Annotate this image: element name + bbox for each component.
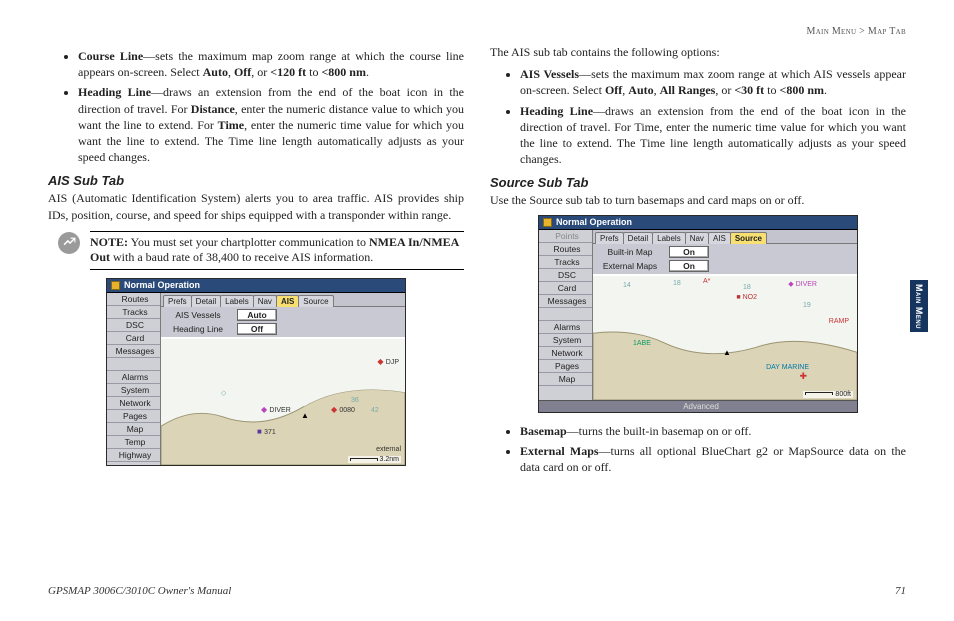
source-subtab-heading: Source Sub Tab: [490, 175, 906, 190]
manual-title: GPSMAP 3006C/3010C Owner's Manual: [48, 585, 231, 597]
marker-icon: ◆ DIVER: [261, 405, 291, 414]
sidebar-item[interactable]: Network: [539, 347, 592, 360]
sidebar-item[interactable]: [539, 308, 592, 321]
marker-icon: ✚: [799, 371, 807, 382]
scale-label: 800ft: [803, 391, 853, 398]
sidebar-item[interactable]: DSC: [107, 319, 160, 332]
marker-icon: ◆ DIVER: [788, 280, 817, 288]
option-value[interactable]: On: [669, 260, 709, 272]
sidebar-item[interactable]: Messages: [539, 295, 592, 308]
boat-icon: ▲: [723, 348, 731, 357]
tabs: PrefsDetailLabelsNavAISSource: [593, 230, 857, 244]
sidebar-item[interactable]: Map: [107, 423, 160, 436]
tab-labels[interactable]: Labels: [652, 232, 686, 244]
sidebar-item[interactable]: Routes: [539, 243, 592, 256]
screenshot-ais: Normal Operation RoutesTracksDSCCardMess…: [106, 278, 406, 466]
source-bullets: Basemap—turns the built-in basemap on or…: [490, 423, 906, 476]
option-row: External Maps On: [595, 260, 855, 272]
tab-nav[interactable]: Nav: [685, 232, 709, 244]
sidebar-item[interactable]: Alarms: [107, 371, 160, 384]
app-flag-icon: [111, 281, 120, 290]
tab-prefs[interactable]: Prefs: [163, 295, 192, 307]
sidebar-item[interactable]: Network: [107, 397, 160, 410]
sidebar-item[interactable]: System: [107, 384, 160, 397]
ais-subtab-heading: AIS Sub Tab: [48, 173, 464, 188]
sidebar-item[interactable]: Pages: [539, 360, 592, 373]
marker-icon: ■ NO2: [736, 294, 757, 301]
bullet-heading-line: Heading Line—draws an extension from the…: [78, 84, 464, 165]
option-label: External Maps: [595, 261, 665, 271]
tab-labels[interactable]: Labels: [220, 295, 254, 307]
sidebar: RoutesTracksDSCCardMessages AlarmsSystemN…: [107, 293, 161, 465]
sidebar-item[interactable]: DSC: [539, 269, 592, 282]
option-label: Built-in Map: [595, 247, 665, 257]
tabs: PrefsDetailLabelsNavAISSource: [161, 293, 405, 307]
sidebar-item[interactable]: Alarms: [539, 321, 592, 334]
marker-icon: ◆ 0080: [331, 405, 355, 414]
page-number: 71: [895, 585, 906, 597]
section-tab: Main Menu: [910, 280, 928, 332]
right-column: The AIS sub tab contains the following o…: [490, 44, 906, 483]
bullet-ais-vessels: AIS Vessels—sets the maximum max zoom ra…: [520, 66, 906, 98]
tab-source[interactable]: Source: [298, 295, 333, 307]
sidebar-item[interactable]: Card: [107, 332, 160, 345]
note-icon: [58, 232, 80, 254]
sidebar-item[interactable]: Pages: [107, 410, 160, 423]
screenshot-source: Normal Operation PointsRoutesTracksDSCCa…: [538, 215, 858, 413]
ais-subtab-paragraph: AIS (Automatic Identification System) al…: [48, 190, 464, 222]
option-row: AIS Vessels Auto: [163, 309, 403, 321]
marker-icon: 1ABE: [633, 340, 651, 347]
ais-options-intro: The AIS sub tab contains the following o…: [490, 44, 906, 60]
option-row: Heading Line Off: [163, 323, 403, 335]
tab-source[interactable]: Source: [730, 232, 767, 244]
tab-ais[interactable]: AIS: [276, 295, 299, 307]
note-block: NOTE: You must set your chartplotter com…: [58, 231, 464, 270]
left-bullets: Course Line—sets the maximum map zoom ra…: [48, 48, 464, 165]
tab-ais[interactable]: AIS: [708, 232, 731, 244]
sidebar-item[interactable]: Tracks: [539, 256, 592, 269]
bullet-heading-line-2: Heading Line—draws an extension from the…: [520, 103, 906, 168]
bullet-basemap: Basemap—turns the built-in basemap on or…: [520, 423, 906, 439]
sidebar-item[interactable]: Messages: [107, 345, 160, 358]
scale-label: 3.2nm: [348, 456, 401, 463]
tab-prefs[interactable]: Prefs: [595, 232, 624, 244]
sidebar-item[interactable]: Tracks: [107, 306, 160, 319]
option-value[interactable]: On: [669, 246, 709, 258]
sidebar-item[interactable]: [107, 358, 160, 371]
tab-detail[interactable]: Detail: [191, 295, 221, 307]
app-flag-icon: [543, 218, 552, 227]
tab-detail[interactable]: Detail: [623, 232, 653, 244]
marker-icon: ◆ DJP: [377, 357, 399, 366]
sidebar: PointsRoutesTracksDSCCardMessages AlarmsS…: [539, 230, 593, 400]
left-column: Course Line—sets the maximum map zoom ra…: [48, 44, 464, 483]
advanced-button[interactable]: Advanced: [539, 400, 857, 412]
source-subtab-paragraph: Use the Source sub tab to turn basemaps …: [490, 192, 906, 208]
option-value[interactable]: Auto: [237, 309, 277, 321]
marker-icon: RAMP: [829, 318, 849, 325]
page-footer: GPSMAP 3006C/3010C Owner's Manual 71: [48, 585, 906, 597]
sidebar-item[interactable]: Map: [539, 373, 592, 386]
bullet-external-maps: External Maps—turns all optional BlueCha…: [520, 443, 906, 475]
sidebar-item[interactable]: Highway: [107, 449, 160, 462]
option-label: AIS Vessels: [163, 310, 233, 320]
sidebar-item[interactable]: Temp: [107, 436, 160, 449]
option-label: Heading Line: [163, 324, 233, 334]
bullet-course-line: Course Line—sets the maximum map zoom ra…: [78, 48, 464, 80]
marine-label: DAY MARINE: [766, 364, 809, 371]
marker-icon: ■ 371: [257, 427, 276, 436]
boat-icon: ▲: [301, 411, 309, 420]
sidebar-item[interactable]: Points: [539, 230, 592, 243]
sidebar-item[interactable]: Routes: [107, 293, 160, 306]
right-bullets: AIS Vessels—sets the maximum max zoom ra…: [490, 66, 906, 167]
option-row: Built-in Map On: [595, 246, 855, 258]
sidebar-item[interactable]: Card: [539, 282, 592, 295]
window-title: Normal Operation: [124, 280, 200, 290]
tab-nav[interactable]: Nav: [253, 295, 277, 307]
marker-icon: A*: [703, 278, 710, 285]
option-value[interactable]: Off: [237, 323, 277, 335]
sidebar-item[interactable]: System: [539, 334, 592, 347]
breadcrumb: Main Menu > Map Tab: [807, 26, 906, 37]
window-title: Normal Operation: [556, 217, 632, 227]
